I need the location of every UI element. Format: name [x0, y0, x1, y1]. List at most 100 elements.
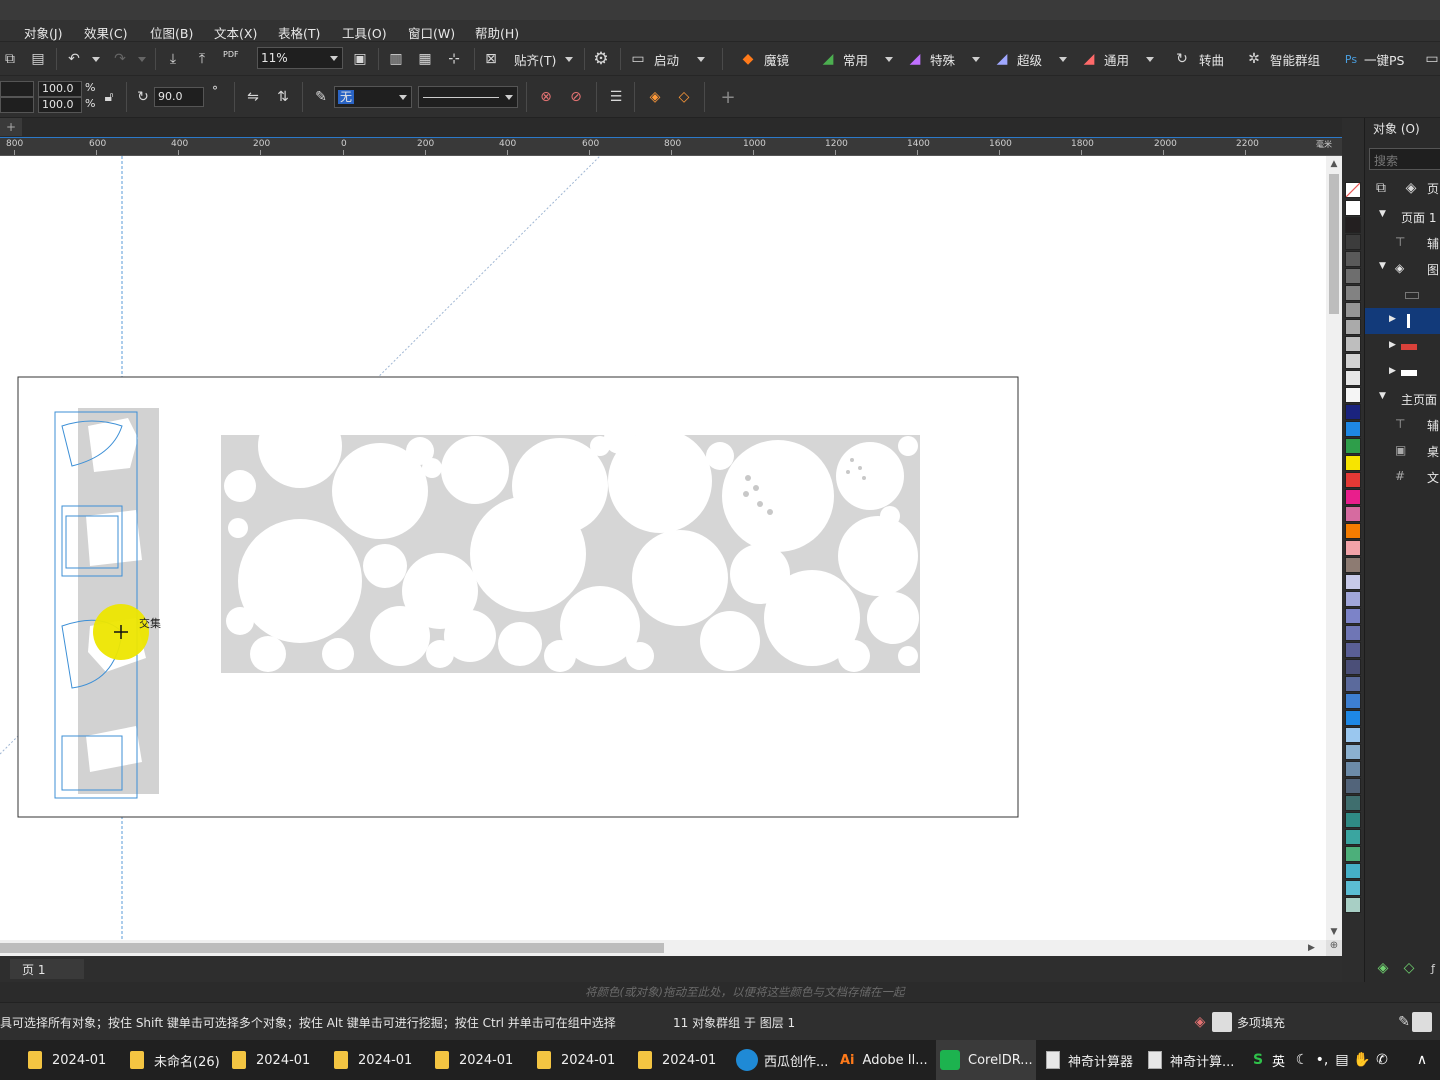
color-swatch[interactable]: [1345, 625, 1361, 641]
undo-dropdown-icon[interactable]: [92, 57, 100, 62]
export-pdf-button[interactable]: PDF: [223, 50, 239, 59]
color-swatch[interactable]: [1345, 897, 1361, 913]
snap-icon[interactable]: ⊠: [481, 49, 501, 69]
color-swatch[interactable]: [1345, 489, 1361, 505]
page-tab-1[interactable]: 页 1: [10, 959, 84, 979]
full-screen-icon[interactable]: ▥: [386, 49, 406, 69]
show-guidelines-icon[interactable]: ⊹: [444, 49, 464, 69]
color-swatch[interactable]: [1345, 557, 1361, 573]
menu-effects[interactable]: 效果(C): [84, 23, 127, 42]
plugin-common[interactable]: 常用: [843, 50, 868, 69]
docker-search-input[interactable]: 搜索: [1369, 148, 1440, 170]
scroll-down-icon[interactable]: ▼: [1326, 924, 1342, 940]
color-swatch[interactable]: [1345, 880, 1361, 896]
taskbar-item-folder[interactable]: 2024-01: [28, 1040, 106, 1080]
new-document-tab-icon[interactable]: +: [0, 118, 22, 136]
keyboard-icon[interactable]: ▤: [1332, 1050, 1352, 1070]
menu-bitmaps[interactable]: 位图(B): [150, 23, 193, 42]
taskbar-item-folder[interactable]: 2024-01: [334, 1040, 412, 1080]
tree-row-layer1[interactable]: ▼ ◈ 图: [1365, 256, 1440, 282]
master-layer-icon[interactable]: ◇: [1399, 958, 1419, 978]
to-front-icon[interactable]: ◈: [645, 87, 665, 107]
taskbar-item-folder[interactable]: 2024-01: [638, 1040, 716, 1080]
color-swatch[interactable]: [1345, 574, 1361, 590]
color-swatch[interactable]: [1345, 540, 1361, 556]
outline-pen-status-icon[interactable]: ✎: [1394, 1012, 1414, 1032]
add-layer-icon[interactable]: ◈: [1373, 958, 1393, 978]
taskbar-item-calculator[interactable]: 神奇计算...: [1148, 1040, 1234, 1080]
menu-help[interactable]: 帮助(H): [475, 23, 519, 42]
page-tab[interactable]: 页: [1427, 180, 1439, 197]
expand-arrow-icon[interactable]: ▶: [1389, 366, 1396, 376]
menu-object[interactable]: 对象(J): [24, 23, 62, 42]
color-swatch[interactable]: [1345, 387, 1361, 403]
layers-icon[interactable]: ◈: [1401, 178, 1421, 198]
zoom-corner-icon[interactable]: ⊕: [1326, 940, 1342, 956]
expand-arrow-icon[interactable]: ▶: [1389, 314, 1396, 324]
paste-icon[interactable]: ▤: [28, 49, 48, 69]
outline-swatch-icon[interactable]: [1412, 1012, 1432, 1032]
color-swatch[interactable]: [1345, 523, 1361, 539]
taskbar-item-calculator[interactable]: 神奇计算器: [1046, 1040, 1133, 1080]
plugin-special-dropdown-icon[interactable]: [972, 57, 980, 62]
general-plugin-icon[interactable]: ◢: [1079, 49, 1099, 69]
color-swatch[interactable]: [1345, 727, 1361, 743]
plugin-super-dropdown-icon[interactable]: [1059, 57, 1067, 62]
expand-arrow-icon[interactable]: ▼: [1379, 209, 1386, 219]
plugin-one-key-ps[interactable]: 一键PS: [1364, 50, 1404, 69]
color-swatch[interactable]: [1345, 795, 1361, 811]
taskbar-item-folder[interactable]: 2024-01: [232, 1040, 310, 1080]
color-swatch[interactable]: [1345, 370, 1361, 386]
object-position-x[interactable]: [0, 81, 34, 97]
punctuation-icon[interactable]: •,: [1312, 1050, 1332, 1070]
no-color-swatch[interactable]: [1345, 182, 1361, 198]
color-swatch[interactable]: [1345, 693, 1361, 709]
scale-x-field[interactable]: 100.0: [38, 81, 82, 97]
color-swatch[interactable]: [1345, 812, 1361, 828]
moon-icon[interactable]: ☾: [1292, 1050, 1312, 1070]
color-swatch[interactable]: [1345, 761, 1361, 777]
color-swatch[interactable]: [1345, 455, 1361, 471]
vertical-scrollbar[interactable]: ▲ ▼: [1326, 156, 1342, 940]
color-swatch[interactable]: [1345, 404, 1361, 420]
color-swatch[interactable]: [1345, 319, 1361, 335]
mirror-horizontal-icon[interactable]: ⇋: [243, 87, 263, 107]
new-layer-icon[interactable]: ⧉: [1371, 178, 1391, 198]
tree-row-selected-group[interactable]: ▶: [1365, 308, 1440, 334]
document-palette-hint[interactable]: 将颜色(或对象)拖动至此处，以便将这些颜色与文档存储在一起: [0, 982, 1440, 1002]
color-swatch[interactable]: [1345, 438, 1361, 454]
tree-row-guides[interactable]: ⊤ 辅: [1365, 230, 1440, 256]
launch-icon[interactable]: ▭: [628, 49, 648, 69]
ps-icon[interactable]: Ps: [1341, 49, 1361, 69]
expand-arrow-icon[interactable]: ▼: [1379, 391, 1386, 401]
color-swatch[interactable]: [1345, 234, 1361, 250]
taskbar-item-edge[interactable]: 西瓜创作...: [736, 1040, 828, 1080]
tree-row-master-guides[interactable]: ⊤ 辅: [1365, 412, 1440, 438]
to-back-icon[interactable]: ◇: [674, 87, 694, 107]
add-toolbar-icon[interactable]: +: [718, 87, 738, 108]
fill-bucket-icon[interactable]: ◈: [1190, 1012, 1210, 1032]
outline-width-dropdown-icon[interactable]: [399, 95, 407, 100]
line-style-dropdown-icon[interactable]: [505, 95, 513, 100]
plugin-smart-group[interactable]: 智能群组: [1270, 50, 1320, 69]
mirror-vertical-icon[interactable]: ⇅: [273, 87, 293, 107]
tree-row-red-object[interactable]: ▶: [1365, 334, 1440, 360]
plugin-convert-curves[interactable]: 转曲: [1199, 50, 1224, 69]
tree-row-page1[interactable]: ▼ 页面 1: [1365, 204, 1440, 230]
color-swatch[interactable]: [1345, 846, 1361, 862]
horizontal-scroll-thumb[interactable]: [0, 943, 664, 953]
taskbar-item-illustrator[interactable]: Ai Adobe Il...: [840, 1040, 928, 1080]
tree-row-desktop[interactable]: ▣ 桌: [1365, 438, 1440, 464]
ime-language-indicator[interactable]: 英: [1272, 1051, 1285, 1070]
lock-ratio-icon[interactable]: 🔓︎: [99, 87, 119, 107]
vertical-scroll-thumb[interactable]: [1329, 174, 1339, 314]
copy-icon[interactable]: ⧉: [0, 49, 20, 69]
color-swatch[interactable]: [1345, 421, 1361, 437]
tree-row-master-page[interactable]: ▼ 主页面: [1365, 386, 1440, 412]
snap-to-button[interactable]: 贴齐(T): [514, 50, 556, 69]
undo-icon[interactable]: ↶: [64, 49, 84, 69]
plugin-special[interactable]: 特殊: [930, 50, 955, 69]
color-swatch[interactable]: [1345, 642, 1361, 658]
expand-arrow-icon[interactable]: ▶: [1389, 340, 1396, 350]
line-style-dropdown[interactable]: [418, 86, 518, 108]
